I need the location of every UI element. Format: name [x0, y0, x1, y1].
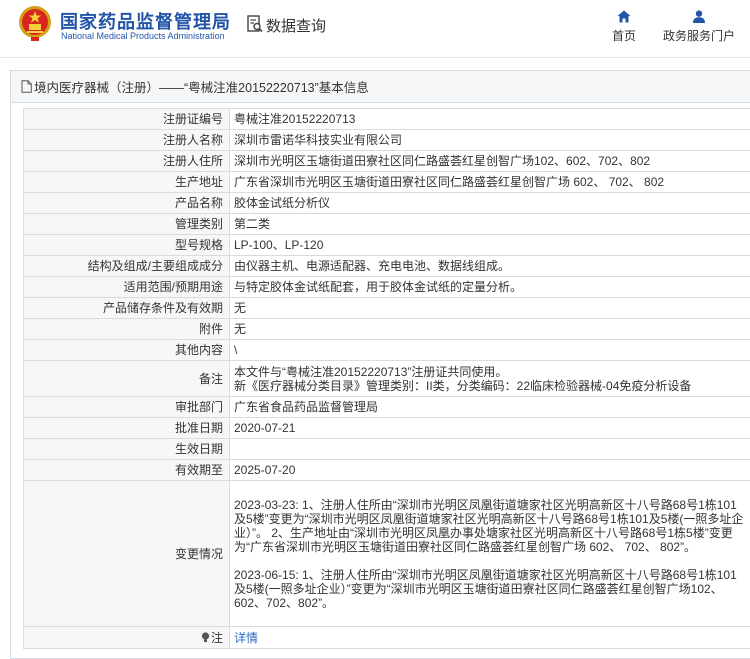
table-row: 备注 本文件与“粤械注准20152220713”注册证共同使用。 新《医疗器械分… [23, 360, 750, 397]
page-heading: 数据查询 [266, 18, 327, 35]
change-history-value: 2023-03-23: 1、注册人住所由“深圳市光明区凤凰街道塘家社区光明高新区… [229, 480, 750, 627]
panel-title: 境内医疗器械（注册）——“粤械注准20152220713”基本信息 [11, 71, 750, 103]
field-label: 审批部门 [23, 396, 230, 418]
field-label: 注册人名称 [23, 129, 230, 151]
nav-home-label: 首页 [611, 29, 636, 43]
management-category-value: 第二类 [229, 213, 750, 235]
effective-date-value [229, 438, 750, 460]
site-header: 国家药品监督管理局 National Medical Products Admi… [0, 0, 750, 58]
table-row: 结构及组成/主要组成成分 由仪器主机、电源适配器、充电电池、数据线组成。 [23, 255, 750, 277]
remarks-line: 新《医疗器械分类目录》管理类别：II类，分类编码：22临床检验器械-04免疫分析… [234, 378, 692, 393]
change-entry: 2023-03-23: 1、注册人住所由“深圳市光明区凤凰街道塘家社区光明高新区… [234, 497, 744, 554]
table-row: 有效期至 2025-07-20 [23, 459, 750, 481]
table-row: 产品储存条件及有效期 无 [23, 297, 750, 319]
field-label: 附件 [23, 318, 230, 340]
detail-panel: 境内医疗器械（注册）——“粤械注准20152220713”基本信息 注册证编号 … [10, 70, 750, 659]
field-label: 型号规格 [23, 234, 230, 256]
document-icon [21, 80, 32, 93]
remarks-line: 本文件与“粤械注准20152220713”注册证共同使用。 [234, 364, 508, 379]
field-label: 批准日期 [23, 417, 230, 439]
registration-number-value: 粤械注准20152220713 [229, 108, 750, 130]
field-label: 生产地址 [23, 171, 230, 193]
field-label: 其他内容 [23, 339, 230, 361]
note-label-cell: 注 [23, 626, 230, 649]
field-label: 管理类别 [23, 213, 230, 235]
intended-use-value: 与特定胶体金试纸配套，用于胶体金试纸的定量分析。 [229, 276, 750, 298]
national-emblem-icon [19, 6, 51, 41]
field-label: 注册证编号 [23, 108, 230, 130]
field-label: 有效期至 [23, 459, 230, 481]
other-content-value: \ [229, 339, 750, 361]
table-row: 产品名称 胶体金试纸分析仪 [23, 192, 750, 214]
search-document-icon [247, 15, 263, 33]
table-row: 生产地址 广东省深圳市光明区玉塘街道田寮社区同仁路盛荟红星创智广场 602、 7… [23, 171, 750, 193]
note-label: 注 [210, 630, 223, 645]
table-row: 生效日期 [23, 438, 750, 460]
field-label: 产品名称 [23, 192, 230, 214]
registrant-name-value: 深圳市雷诺华科技实业有限公司 [229, 129, 750, 151]
production-address-value: 广东省深圳市光明区玉塘街道田寮社区同仁路盛荟红星创智广场 602、 702、 8… [229, 171, 750, 193]
table-row: 型号规格 LP-100、LP-120 [23, 234, 750, 256]
table-row: 附件 无 [23, 318, 750, 340]
table-row: 注册人名称 深圳市雷诺华科技实业有限公司 [23, 129, 750, 151]
lightbulb-icon [201, 631, 210, 642]
table-row: 管理类别 第二类 [23, 213, 750, 235]
home-icon [617, 10, 631, 23]
brand-name-english: National Medical Products Administration [61, 31, 225, 41]
field-label: 注册人住所 [23, 150, 230, 172]
field-label: 结构及组成/主要组成成分 [23, 255, 230, 277]
field-label: 产品储存条件及有效期 [23, 297, 230, 319]
nav-home[interactable]: 首页 [609, 10, 639, 44]
approval-date-value: 2020-07-21 [229, 417, 750, 439]
nav-government-services-label: 政务服务门户 [662, 29, 735, 43]
product-name-value: 胶体金试纸分析仪 [229, 192, 750, 214]
valid-until-value: 2025-07-20 [229, 459, 750, 481]
table-row: 注册人住所 深圳市光明区玉塘街道田寮社区同仁路盛荟红星创智广场102、602、7… [23, 150, 750, 172]
table-row: 批准日期 2020-07-21 [23, 417, 750, 439]
table-row: 审批部门 广东省食品药品监督管理局 [23, 396, 750, 418]
registration-info-table: 注册证编号 粤械注准20152220713 注册人名称 深圳市雷诺华科技实业有限… [23, 108, 750, 649]
table-row: 注 详情 [23, 626, 750, 649]
remarks-value: 本文件与“粤械注准20152220713”注册证共同使用。 新《医疗器械分类目录… [229, 360, 750, 397]
attachment-value: 无 [229, 318, 750, 340]
storage-value: 无 [229, 297, 750, 319]
registrant-address-value: 深圳市光明区玉塘街道田寮社区同仁路盛荟红星创智广场102、602、702、802 [229, 150, 750, 172]
details-link[interactable]: 详情 [234, 631, 258, 645]
structure-value: 由仪器主机、电源适配器、充电电池、数据线组成。 [229, 255, 750, 277]
field-label: 适用范围/预期用途 [23, 276, 230, 298]
table-row: 变更情况 2023-03-23: 1、注册人住所由“深圳市光明区凤凰街道塘家社区… [23, 480, 750, 627]
approval-department-value: 广东省食品药品监督管理局 [229, 396, 750, 418]
panel-title-text: 境内医疗器械（注册）——“粤械注准20152220713”基本信息 [34, 81, 369, 95]
field-label: 变更情况 [23, 480, 230, 627]
user-icon [693, 10, 705, 23]
table-row: 其他内容 \ [23, 339, 750, 361]
field-label: 备注 [23, 360, 230, 397]
model-spec-value: LP-100、LP-120 [229, 234, 750, 256]
change-entry: 2023-06-15: 1、注册人住所由“深圳市光明区凤凰街道塘家社区光明高新区… [234, 567, 737, 610]
note-value: 详情 [229, 626, 750, 649]
table-row: 注册证编号 粤械注准20152220713 [23, 108, 750, 130]
nav-government-services[interactable]: 政务服务门户 [662, 10, 736, 44]
field-label: 生效日期 [23, 438, 230, 460]
table-row: 适用范围/预期用途 与特定胶体金试纸配套，用于胶体金试纸的定量分析。 [23, 276, 750, 298]
